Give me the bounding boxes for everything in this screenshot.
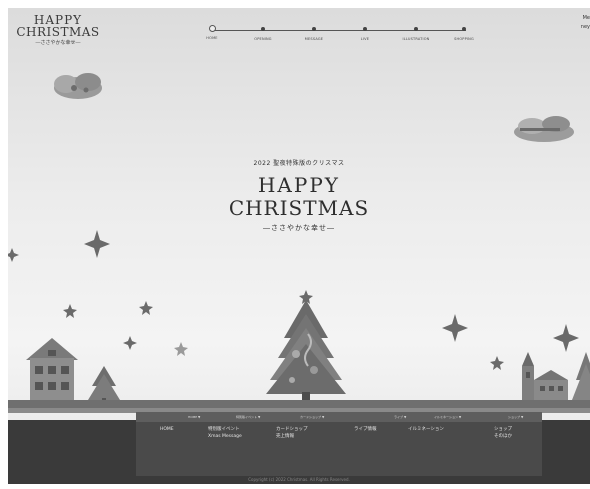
christmas-tree xyxy=(266,300,346,402)
church-right xyxy=(522,352,568,402)
nav-dot xyxy=(414,27,418,31)
footer-col-shop[interactable]: ショップ そのほか xyxy=(494,426,512,440)
copyright: Copyright (c) 2022 Christmas. All Rights… xyxy=(248,477,350,482)
logo-tagline: ―ささやかな幸せ― xyxy=(35,40,81,46)
footer-link[interactable]: ライブ情報 xyxy=(354,426,377,433)
hero-tagline: ―ささやかな幸せ― xyxy=(263,224,335,232)
footer-col-home[interactable]: HOME xyxy=(160,426,174,433)
star xyxy=(84,230,110,258)
star xyxy=(139,301,153,315)
footer-link[interactable]: 売上情報 xyxy=(276,433,308,440)
hero-title-2: CHRISTMAS xyxy=(228,196,370,220)
nav-label: SHOPPING xyxy=(454,37,474,41)
footer-link[interactable]: そのほか xyxy=(494,433,512,440)
menubar-item[interactable]: ライブ ▼ xyxy=(394,415,406,419)
tree-small xyxy=(88,366,120,402)
footer-panel: HOME 特別版イベント Xmas Message カードショップ 売上情報 ラ… xyxy=(136,420,542,476)
hero: 2022 聖夜特殊版のクリスマス HAPPY CHRISTMAS ―ささやかな幸… xyxy=(8,158,590,233)
menubar-item[interactable]: カードショップ ▼ xyxy=(300,415,324,419)
star xyxy=(442,314,468,342)
nav-dot xyxy=(462,27,466,31)
cloud-left xyxy=(54,73,102,99)
menubar-item[interactable]: イルミネーション ▼ xyxy=(434,415,461,419)
house-left xyxy=(26,338,78,402)
corner-line-2: ney xyxy=(580,24,590,30)
nav-item-shopping[interactable]: SHOPPING xyxy=(434,22,494,41)
menubar-item[interactable]: HOME ▼ xyxy=(188,415,200,419)
footer-link[interactable]: カードショップ xyxy=(276,426,308,433)
footer-link[interactable]: Xmas Message xyxy=(208,433,242,440)
star xyxy=(553,324,579,352)
star xyxy=(174,342,188,356)
star xyxy=(123,336,137,350)
footer-col-illumination[interactable]: イルミネーション xyxy=(408,426,444,433)
hero-title-1: HAPPY xyxy=(257,173,340,197)
ground xyxy=(8,400,590,408)
site-logo[interactable]: HAPPY CHRISTMAS ―ささやかな幸せ― xyxy=(10,14,106,47)
footer: HOME 特別版イベント Xmas Message カードショップ 売上情報 ラ… xyxy=(8,420,590,484)
star xyxy=(8,248,19,262)
nav-dot xyxy=(363,27,367,31)
tree-right-edge xyxy=(572,352,590,400)
footer-col-card[interactable]: カードショップ 売上情報 xyxy=(276,426,308,440)
footer-link[interactable]: 特別版イベント xyxy=(208,426,242,433)
corner-line-1: Me xyxy=(582,15,590,21)
nav-dot xyxy=(261,27,265,31)
footer-col-event[interactable]: 特別版イベント Xmas Message xyxy=(208,426,242,440)
hero-subtitle: 2022 聖夜特殊版のクリスマス xyxy=(253,160,345,167)
page-frame: HAPPY CHRISTMAS ―ささやかな幸せ― HOME OPENING M… xyxy=(8,8,590,484)
footer-menubar: HOME ▼ 特別版イベント ▼ カードショップ ▼ ライブ ▼ イルミネーショ… xyxy=(136,412,542,422)
star xyxy=(490,356,504,370)
footer-link[interactable]: イルミネーション xyxy=(408,426,444,433)
menubar-item[interactable]: 特別版イベント ▼ xyxy=(236,415,260,419)
logo-line-2: CHRISTMAS xyxy=(16,25,100,39)
main-nav: HOME OPENING MESSAGE LIVE ILLUSTRATION S… xyxy=(194,22,484,44)
footer-col-live[interactable]: ライブ情報 xyxy=(354,426,377,433)
footer-link[interactable]: ショップ xyxy=(494,426,512,433)
cloud-right xyxy=(514,116,574,142)
star xyxy=(63,304,77,318)
nav-dot-active xyxy=(208,25,216,32)
menubar-item[interactable]: ショップ ▼ xyxy=(508,415,523,419)
corner-menu[interactable]: Me ney xyxy=(581,14,590,32)
footer-link[interactable]: HOME xyxy=(160,426,174,433)
nav-dot xyxy=(312,27,316,31)
